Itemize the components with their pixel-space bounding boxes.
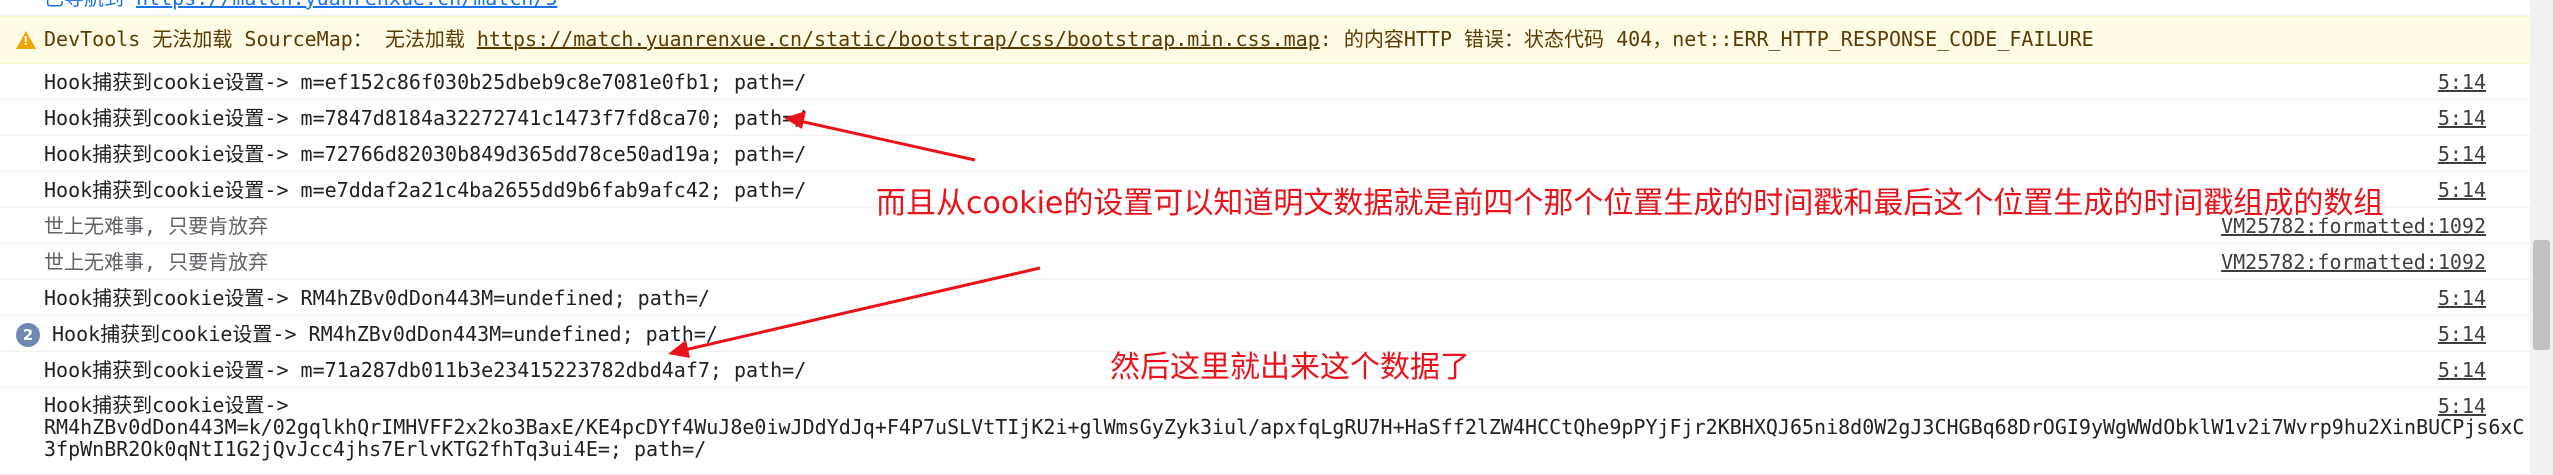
- scrollbar-thumb[interactable]: [2533, 240, 2550, 350]
- warning-icon: [16, 31, 36, 49]
- vertical-scrollbar[interactable]: [2530, 0, 2553, 475]
- console-row: Hook捕获到cookie设置-> m=72766d82030b849d365d…: [0, 136, 2530, 172]
- console-message-line1: Hook捕获到cookie设置->: [44, 393, 289, 417]
- console-message: Hook捕获到cookie设置-> m=e7ddaf2a21c4ba2655dd…: [44, 178, 807, 202]
- warning-suffix: 的内容HTTP 错误：状态代码 404，net::ERR_HTTP_RESPON…: [1343, 27, 2094, 51]
- console-row: 世上无难事, 只要肯放弃 VM25782:formatted:1092: [0, 244, 2530, 280]
- console-message: Hook捕获到cookie设置-> RM4hZBv0dDon443M=undef…: [52, 322, 718, 346]
- devtools-console: 已导航到 https://match.yuanrenxue.cn/match/5…: [0, 0, 2530, 475]
- console-row: Hook捕获到cookie设置-> RM4hZBv0dDon443M=k/02g…: [0, 388, 2530, 475]
- console-message: Hook捕获到cookie设置-> m=ef152c86f030b25dbeb9…: [44, 70, 807, 94]
- console-message: 世上无难事, 只要肯放弃: [44, 214, 269, 238]
- navigation-text: 已导航到 https://match.yuanrenxue.cn/match/5: [44, 0, 557, 10]
- source-link[interactable]: 5:14: [2438, 358, 2486, 382]
- source-link[interactable]: 5:14: [2438, 142, 2486, 166]
- annotation-text-1: 而且从cookie的设置可以知道明文数据就是前四个那个位置生成的时间戳和最后这个…: [876, 186, 2384, 221]
- console-message: Hook捕获到cookie设置-> m=7847d8184a32272741c1…: [44, 106, 807, 130]
- source-link[interactable]: 5:14: [2438, 322, 2486, 346]
- source-link[interactable]: 5:14: [2438, 70, 2486, 94]
- console-row: Hook捕获到cookie设置-> RM4hZBv0dDon443M=undef…: [0, 280, 2530, 316]
- source-link[interactable]: 5:14: [2438, 394, 2486, 418]
- source-link[interactable]: 5:14: [2438, 286, 2486, 310]
- console-message: 世上无难事, 只要肯放弃: [44, 250, 269, 274]
- source-link[interactable]: 5:14: [2438, 178, 2486, 202]
- warning-prefix: DevTools 无法加载 SourceMap： 无法加载: [44, 27, 477, 51]
- sourcemap-url-link[interactable]: https://match.yuanrenxue.cn/static/boots…: [477, 27, 1320, 51]
- sourcemap-warning: DevTools 无法加载 SourceMap： 无法加载 https://ma…: [0, 16, 2530, 64]
- navigation-url-link[interactable]: https://match.yuanrenxue.cn/match/5: [136, 0, 557, 10]
- navigation-prefix: 已导航到: [44, 0, 124, 10]
- console-row: Hook捕获到cookie设置-> m=ef152c86f030b25dbeb9…: [0, 64, 2530, 100]
- console-message: Hook捕获到cookie设置-> RM4hZBv0dDon443M=undef…: [44, 286, 710, 310]
- console-message: Hook捕获到cookie设置-> m=72766d82030b849d365d…: [44, 142, 807, 166]
- navigation-message: 已导航到 https://match.yuanrenxue.cn/match/5: [0, 0, 2530, 16]
- console-row: Hook捕获到cookie设置-> m=7847d8184a32272741c1…: [0, 100, 2530, 136]
- console-message: Hook捕获到cookie设置-> m=71a287db011b3e234152…: [44, 358, 807, 382]
- source-link[interactable]: 5:14: [2438, 106, 2486, 130]
- console-message-line3: 3fpWnBR2Ok0qNtI1G2jQvJcc4jhs7ErlvKTG2fhT…: [44, 437, 707, 461]
- source-link[interactable]: VM25782:formatted:1092: [2221, 250, 2486, 274]
- annotation-text-2: 然后这里就出来这个数据了: [1110, 350, 1470, 385]
- warning-text: DevTools 无法加载 SourceMap： 无法加载 https://ma…: [44, 27, 2094, 51]
- console-message-line2: RM4hZBv0dDon443M=k/02gqlkhQrIMHVFF2x2ko3…: [44, 415, 2525, 439]
- repeat-count-badge: 2: [16, 323, 40, 347]
